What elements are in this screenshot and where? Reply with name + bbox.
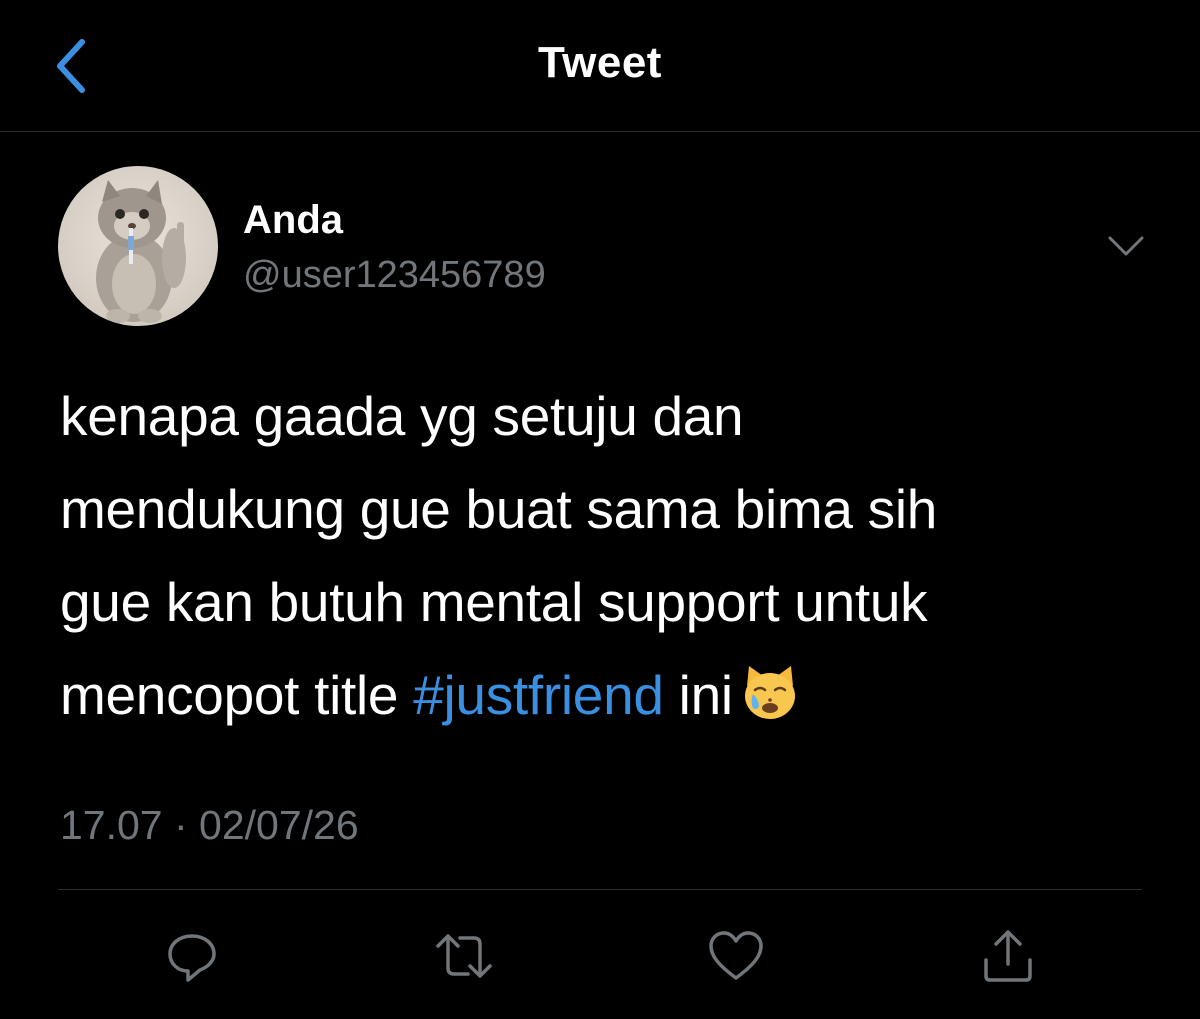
hashtag-link[interactable]: #justfriend (413, 664, 664, 726)
tweet-line-last: mencopot title #justfriend ini (60, 649, 1160, 742)
top-bar: Tweet (0, 0, 1200, 132)
tweet-line: kenapa gaada yg setuju dan (60, 385, 744, 447)
reply-button[interactable] (162, 926, 222, 986)
tweet-text: kenapa gaada yg setuju dan mendukung gue… (60, 370, 1160, 742)
retweet-icon (436, 934, 492, 978)
chevron-down-icon (1108, 236, 1144, 256)
author-display-name[interactable]: Anda (243, 198, 343, 243)
tweet-line: gue kan butuh mental support untuk (60, 571, 928, 633)
more-options-button[interactable] (1104, 228, 1148, 264)
tweet-line: mendukung gue buat sama bima sih (60, 478, 938, 540)
cat-avatar-image (96, 180, 186, 323)
tweet-text-segment: ini (663, 664, 733, 726)
retweet-button[interactable] (434, 926, 494, 986)
reply-icon (168, 934, 216, 982)
divider (58, 889, 1142, 890)
avatar[interactable] (58, 166, 218, 326)
like-button[interactable] (706, 926, 766, 986)
like-icon (709, 931, 763, 980)
page-title: Tweet (538, 38, 662, 87)
crying-cat-emoji-icon (739, 659, 801, 721)
author-handle[interactable]: @user123456789 (243, 254, 546, 297)
tweet-text-segment: mencopot title (60, 664, 414, 726)
share-button[interactable] (978, 926, 1038, 986)
share-icon (984, 930, 1032, 982)
tweet-timestamp: 17.07 · 02/07/26 (60, 802, 359, 848)
